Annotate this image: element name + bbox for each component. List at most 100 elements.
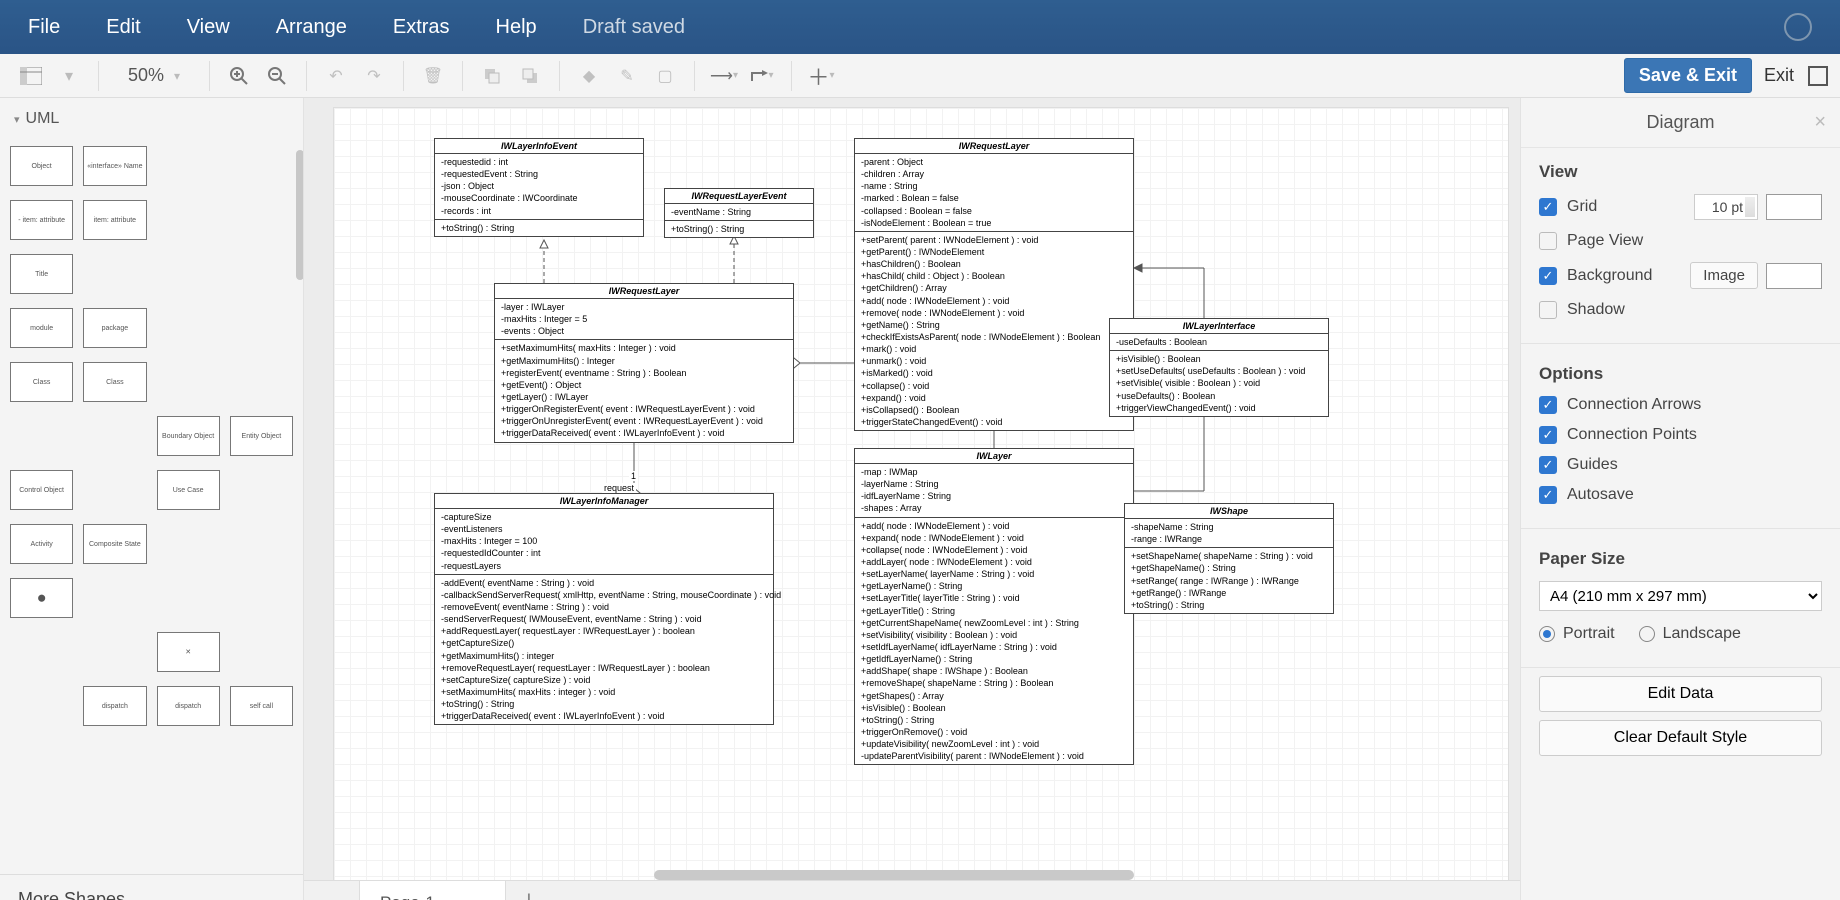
stencil-item[interactable]: package xyxy=(83,308,146,348)
stencil-item[interactable] xyxy=(10,416,73,456)
undo-icon[interactable]: ↶ xyxy=(321,61,351,91)
stencil-item[interactable] xyxy=(157,578,220,618)
waypoint-icon[interactable]: ▾ xyxy=(747,61,777,91)
stencil-item[interactable]: dispatch xyxy=(157,686,220,726)
edit-data-button[interactable]: Edit Data xyxy=(1539,676,1822,712)
to-back-icon[interactable] xyxy=(515,61,545,91)
sidebar-toggle-icon[interactable] xyxy=(16,61,46,91)
sidebar-section-uml[interactable]: UML xyxy=(0,98,303,140)
menu-file[interactable]: File xyxy=(28,16,60,39)
stencil-item[interactable]: Control Object xyxy=(10,470,73,510)
zoom-in-icon[interactable] xyxy=(224,61,254,91)
landscape-radio[interactable] xyxy=(1639,626,1655,642)
stencil-item[interactable] xyxy=(83,416,146,456)
stencil-item[interactable] xyxy=(230,578,293,618)
portrait-radio[interactable] xyxy=(1539,626,1555,642)
stencil-item[interactable]: - item: attribute xyxy=(10,200,73,240)
stencil-item[interactable] xyxy=(83,470,146,510)
canvas[interactable]: request 1 1 1 IWLayerInfoEvent-requested… xyxy=(304,98,1520,900)
redo-icon[interactable]: ↷ xyxy=(359,61,389,91)
delete-icon[interactable]: 🗑 xyxy=(418,61,448,91)
fullscreen-icon[interactable] xyxy=(1808,66,1828,86)
background-color-swatch[interactable] xyxy=(1766,263,1822,289)
clear-style-button[interactable]: Clear Default Style xyxy=(1539,720,1822,756)
stencil-item[interactable] xyxy=(10,686,73,726)
stencil-item[interactable] xyxy=(230,524,293,564)
stencil-item[interactable] xyxy=(230,308,293,348)
more-shapes-button[interactable]: More Shapes... xyxy=(0,874,303,900)
add-page-button[interactable]: ＋ xyxy=(506,881,552,900)
stencil-item[interactable] xyxy=(157,254,220,294)
stencil-item[interactable] xyxy=(230,254,293,294)
grid-size-input[interactable]: 10 pt xyxy=(1694,194,1758,220)
close-panel-icon[interactable]: × xyxy=(1814,111,1826,134)
uml-class-IWRequestLayerEvent[interactable]: IWRequestLayerEvent-eventName : String+t… xyxy=(664,188,814,238)
canvas-h-scrollbar[interactable] xyxy=(654,870,1140,880)
menu-help[interactable]: Help xyxy=(496,16,537,39)
uml-class-IWLayerInfoManager[interactable]: IWLayerInfoManager-captureSize -eventLis… xyxy=(434,493,774,725)
stencil-item[interactable] xyxy=(83,254,146,294)
stencil-item[interactable] xyxy=(230,362,293,402)
menu-arrange[interactable]: Arrange xyxy=(276,16,347,39)
grid-checkbox[interactable]: ✓ xyxy=(1539,198,1557,216)
stroke-color-icon[interactable]: ✎ xyxy=(612,61,642,91)
uml-class-IWLayer[interactable]: IWLayer-map : IWMap -layerName : String … xyxy=(854,448,1134,765)
stencil-item[interactable]: ⬤ xyxy=(10,578,73,618)
stencil-item[interactable] xyxy=(230,200,293,240)
stencil-item[interactable]: Title xyxy=(10,254,73,294)
uml-class-IWRequestLayer_panel[interactable]: IWRequestLayer-layer : IWLayer -maxHits … xyxy=(494,283,794,443)
connection-icon[interactable]: ⟶▾ xyxy=(709,61,739,91)
stencil-item[interactable] xyxy=(83,578,146,618)
stencil-item[interactable] xyxy=(10,632,73,672)
save-exit-button[interactable]: Save & Exit xyxy=(1624,58,1752,93)
autosave-checkbox[interactable]: ✓ xyxy=(1539,486,1557,504)
uml-class-IWShape[interactable]: IWShape-shapeName : String -range : IWRa… xyxy=(1124,503,1334,614)
stencil-item[interactable]: module xyxy=(10,308,73,348)
grid-color-swatch[interactable] xyxy=(1766,194,1822,220)
paper[interactable]: request 1 1 1 IWLayerInfoEvent-requested… xyxy=(334,108,1508,880)
insert-icon[interactable]: ＋▾ xyxy=(806,61,836,91)
stencil-item[interactable]: Class xyxy=(83,362,146,402)
conn-arrows-checkbox[interactable]: ✓ xyxy=(1539,396,1557,414)
stencil-item[interactable]: Composite State xyxy=(83,524,146,564)
menu-extras[interactable]: Extras xyxy=(393,16,450,39)
background-checkbox[interactable]: ✓ xyxy=(1539,267,1557,285)
stencil-item[interactable] xyxy=(157,200,220,240)
zoom-level[interactable]: 50% ▾ xyxy=(109,65,199,86)
stencil-item[interactable]: Use Case xyxy=(157,470,220,510)
stencil-item[interactable]: Entity Object xyxy=(230,416,293,456)
page-menu-icon[interactable]: ⋯ xyxy=(320,881,360,900)
stencil-item[interactable] xyxy=(157,308,220,348)
stencil-item[interactable] xyxy=(230,632,293,672)
stencil-item[interactable]: Class xyxy=(10,362,73,402)
stencil-item[interactable]: dispatch xyxy=(83,686,146,726)
stencil-item[interactable] xyxy=(83,632,146,672)
conn-points-checkbox[interactable]: ✓ xyxy=(1539,426,1557,444)
stencil-item[interactable] xyxy=(230,470,293,510)
stencil-item[interactable]: «interface» Name xyxy=(83,146,146,186)
shadow-icon[interactable]: ▢ xyxy=(650,61,680,91)
stencil-item[interactable] xyxy=(157,146,220,186)
zoom-out-icon[interactable] xyxy=(262,61,292,91)
shadow-checkbox[interactable] xyxy=(1539,301,1557,319)
stencil-item[interactable]: Activity xyxy=(10,524,73,564)
paper-size-select[interactable]: A4 (210 mm x 297 mm) xyxy=(1539,581,1822,611)
sidebar-scrollbar[interactable] xyxy=(296,150,303,280)
fill-color-icon[interactable]: ◆ xyxy=(574,61,604,91)
stencil-item[interactable]: ✕ xyxy=(157,632,220,672)
sidebar-dropdown-icon[interactable]: ▾ xyxy=(54,61,84,91)
language-icon[interactable] xyxy=(1784,13,1812,41)
uml-class-IWLayerInfoEvent[interactable]: IWLayerInfoEvent-requestedid : int -requ… xyxy=(434,138,644,237)
stencil-item[interactable]: item: attribute xyxy=(83,200,146,240)
tab-page-1[interactable]: Page-1 xyxy=(360,881,506,900)
background-image-button[interactable]: Image xyxy=(1690,262,1758,289)
stencil-item[interactable] xyxy=(157,362,220,402)
uml-class-IWRequestLayer[interactable]: IWRequestLayer-parent : Object -children… xyxy=(854,138,1134,431)
menu-edit[interactable]: Edit xyxy=(106,16,140,39)
menu-view[interactable]: View xyxy=(187,16,230,39)
stencil-item[interactable] xyxy=(157,524,220,564)
stencil-item[interactable]: self call xyxy=(230,686,293,726)
uml-class-IWLayerInterface[interactable]: IWLayerInterface-useDefaults : Boolean+i… xyxy=(1109,318,1329,417)
stencil-item[interactable]: Object xyxy=(10,146,73,186)
to-front-icon[interactable] xyxy=(477,61,507,91)
